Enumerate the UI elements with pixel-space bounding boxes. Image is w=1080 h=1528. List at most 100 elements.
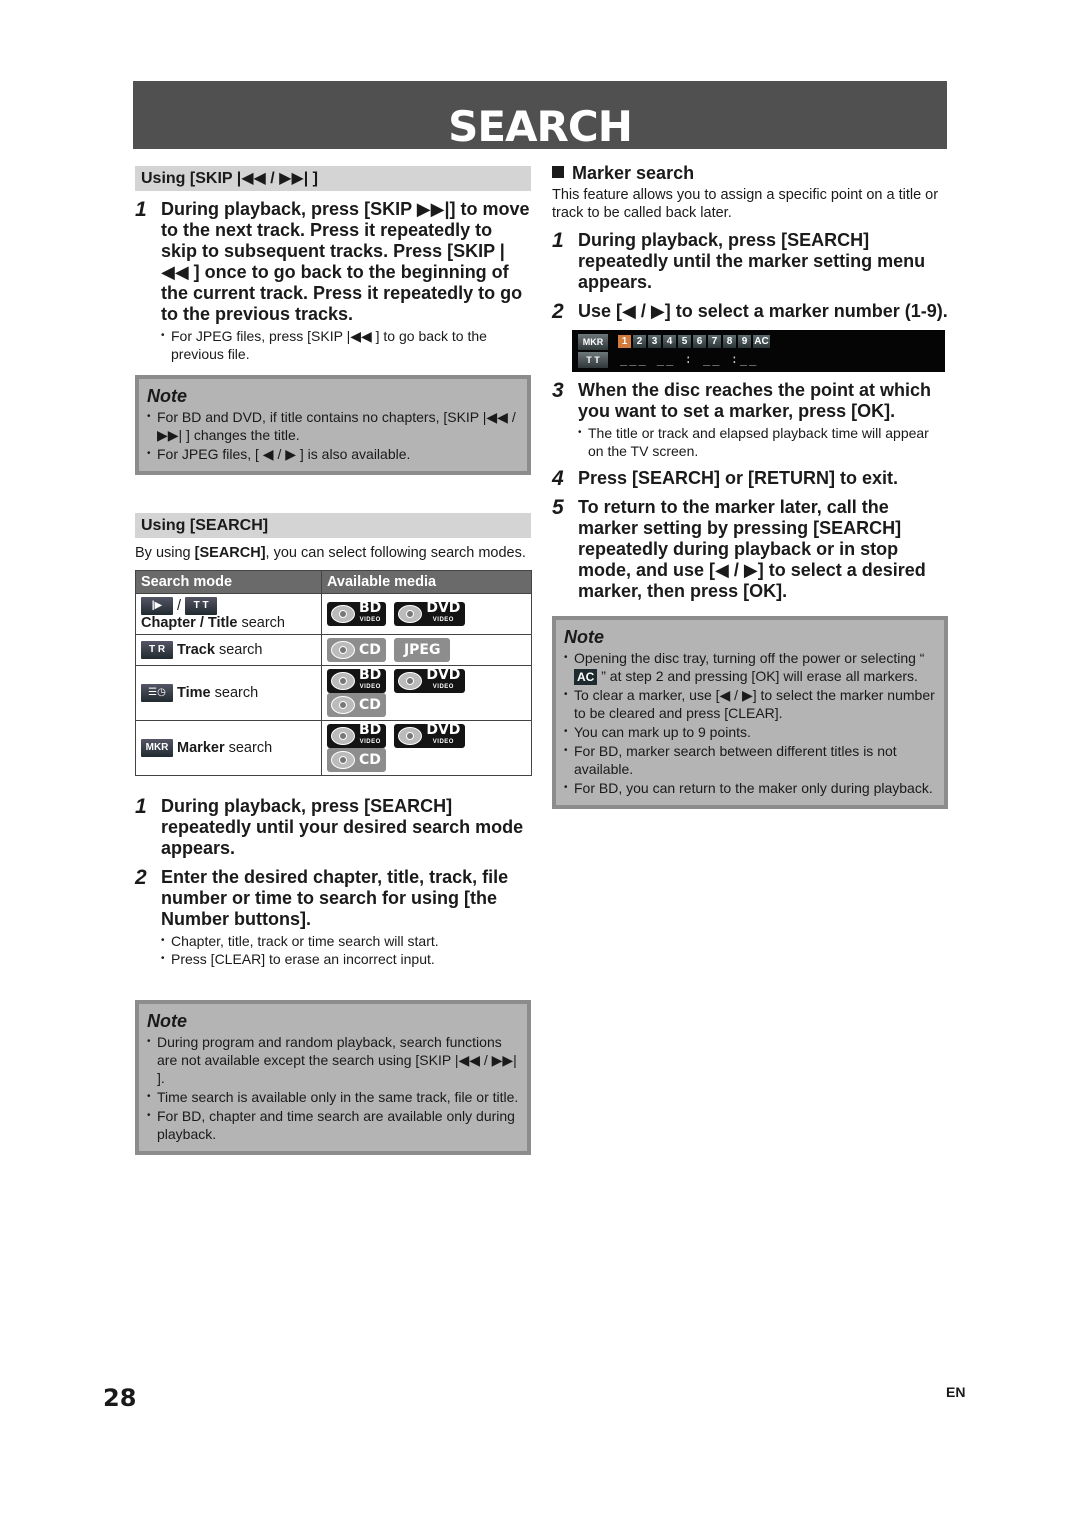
bullet-item: Press [CLEAR] to erase an incorrect inpu… bbox=[161, 950, 531, 968]
bullet-item: The title or track and elapsed playback … bbox=[578, 424, 948, 460]
marker-number: 2 bbox=[633, 335, 646, 348]
step-text: When the disc reaches the point at which… bbox=[578, 380, 932, 421]
marker-number: 3 bbox=[648, 335, 661, 348]
skip-note-box: Note For BD and DVD, if title contains n… bbox=[135, 375, 531, 475]
intro-text: , you can select following search modes. bbox=[265, 545, 526, 561]
heading-text: Marker search bbox=[572, 163, 695, 183]
mkr-tag-icon: MKR bbox=[578, 334, 608, 350]
media-cell: BD VIDEO DVD VIDEO CD bbox=[321, 720, 532, 776]
square-bullet-icon bbox=[552, 166, 564, 178]
mode-cell: ☰◷ Time search bbox=[135, 665, 322, 721]
bullet-item: Chapter, title, track or time search wil… bbox=[161, 932, 531, 950]
header-available-media: Available media bbox=[321, 570, 532, 594]
marker-time-readout: ___ __ : __ :__ bbox=[620, 352, 759, 366]
step-number: 4 bbox=[552, 467, 564, 490]
mode-label-bold: Marker bbox=[177, 739, 225, 756]
step-text: During playback, press [SKIP ▶▶|] to mov… bbox=[161, 199, 530, 324]
mode-cell: T R Track search bbox=[135, 634, 322, 666]
note-list: For BD and DVD, if title contains no cha… bbox=[147, 408, 519, 463]
dvd-video-logo: DVD VIDEO bbox=[394, 601, 466, 626]
mode-label: search bbox=[210, 684, 259, 701]
marker-osd-screen: MKR T T 1 2 3 4 5 6 7 8 9 AC ___ __ : __… bbox=[572, 330, 945, 372]
jpeg-logo: JPEG bbox=[393, 638, 451, 662]
media-cell: CD JPEG bbox=[321, 634, 532, 666]
media-cell: BD VIDEO DVD VIDEO bbox=[321, 593, 532, 635]
search-note-box: Note During program and random playback,… bbox=[135, 1000, 531, 1155]
skip-section-heading: Using [SKIP |◀◀ / ▶▶| ] bbox=[135, 166, 531, 191]
marker-note-box: Note Opening the disc tray, turning off … bbox=[552, 616, 948, 809]
disc-icon bbox=[331, 605, 355, 623]
marker-step-1: 1 During playback, press [SEARCH] repeat… bbox=[552, 230, 948, 293]
disc-icon bbox=[331, 672, 355, 690]
search-section-heading: Using [SEARCH] bbox=[135, 513, 531, 538]
table-header-row: Search mode Available media bbox=[135, 570, 532, 594]
step-number: 3 bbox=[552, 379, 564, 402]
note-item: You can mark up to 9 points. bbox=[564, 723, 936, 741]
note-item: Opening the disc tray, turning off the p… bbox=[564, 649, 936, 685]
marker-clear-all: AC bbox=[753, 335, 770, 348]
disc-icon bbox=[331, 641, 355, 659]
note-item: During program and random playback, sear… bbox=[147, 1033, 519, 1087]
step-number: 5 bbox=[552, 496, 564, 519]
intro-bold: [SEARCH] bbox=[194, 545, 266, 561]
mode-label-bold: Time bbox=[177, 684, 211, 701]
note-text: Opening the disc tray, turning off the p… bbox=[574, 650, 925, 666]
table-row: MKR Marker search BD VIDEO DVD VIDEO CD bbox=[135, 720, 532, 776]
marker-number-selected: 1 bbox=[618, 335, 631, 348]
skip-step-1-bullets: For JPEG files, press [SKIP |◀◀ ] to go … bbox=[161, 327, 531, 363]
tt-tag-icon: T T bbox=[578, 352, 608, 368]
disc-icon bbox=[398, 605, 423, 623]
mode-label: search bbox=[224, 739, 273, 756]
note-title: Note bbox=[564, 627, 604, 647]
note-item: To clear a marker, use [◀ / ▶] to select… bbox=[564, 686, 936, 722]
step-text: Enter the desired chapter, title, track,… bbox=[161, 867, 509, 929]
skip-step-1: 1 During playback, press [SKIP ▶▶|] to m… bbox=[135, 199, 531, 325]
marker-intro: This feature allows you to assign a spec… bbox=[552, 187, 939, 221]
bullet-item: For JPEG files, press [SKIP |◀◀ ] to go … bbox=[161, 327, 531, 363]
intro-text: By using bbox=[135, 545, 195, 561]
note-title: Note bbox=[147, 386, 187, 406]
marker-section-heading: Marker search bbox=[552, 162, 948, 184]
step-text: Use [◀ / ▶] to select a marker number (1… bbox=[578, 301, 948, 321]
note-item: For BD, marker search between different … bbox=[564, 742, 936, 778]
dvd-video-logo: DVD VIDEO bbox=[394, 723, 466, 748]
search-step-1: 1 During playback, press [SEARCH] repeat… bbox=[135, 796, 531, 859]
ac-icon: AC bbox=[574, 669, 598, 685]
disc-icon bbox=[398, 727, 423, 745]
media-cell: BD VIDEO DVD VIDEO CD bbox=[321, 665, 532, 721]
marker-step-3: 3 When the disc reaches the point at whi… bbox=[552, 380, 948, 422]
header-search-mode: Search mode bbox=[135, 570, 322, 594]
disc-icon bbox=[331, 751, 355, 769]
marker-icon: MKR bbox=[141, 739, 173, 757]
mode-label: search bbox=[214, 641, 263, 658]
step-number: 1 bbox=[552, 229, 564, 252]
note-list: During program and random playback, sear… bbox=[147, 1033, 519, 1143]
note-item: For JPEG files, [ ◀ / ▶ ] is also availa… bbox=[147, 445, 519, 463]
note-item: For BD, chapter and time search are avai… bbox=[147, 1107, 519, 1143]
disc-icon bbox=[398, 672, 423, 690]
search-step-2: 2 Enter the desired chapter, title, trac… bbox=[135, 867, 531, 930]
marker-step-2: 2 Use [◀ / ▶] to select a marker number … bbox=[552, 301, 948, 322]
mode-label: search bbox=[237, 615, 285, 631]
note-text: ” at step 2 and pressing [OK] will erase… bbox=[597, 668, 918, 684]
note-item: For BD and DVD, if title contains no cha… bbox=[147, 408, 519, 444]
title-icon: T T bbox=[185, 597, 218, 615]
right-column: Marker search This feature allows you to… bbox=[552, 162, 948, 809]
mode-cell: |▶ / T T Chapter / Title search bbox=[135, 593, 322, 635]
table-row: ☰◷ Time search BD VIDEO DVD VIDEO CD bbox=[135, 665, 532, 721]
step-number: 2 bbox=[135, 866, 147, 889]
step-number: 1 bbox=[135, 198, 147, 221]
step-text: To return to the marker later, call the … bbox=[578, 497, 926, 601]
bd-video-logo: BD VIDEO bbox=[327, 668, 387, 693]
mode-cell: MKR Marker search bbox=[135, 720, 322, 776]
search-intro: By using [SEARCH], you can select follow… bbox=[135, 544, 531, 562]
mode-label-bold: Chapter / Title bbox=[141, 615, 238, 631]
marker-number-list: 1 2 3 4 5 6 7 8 9 AC bbox=[618, 335, 770, 348]
cd-logo: CD bbox=[327, 693, 386, 717]
note-item: For BD, you can return to the maker only… bbox=[564, 779, 936, 797]
marker-number: 4 bbox=[663, 335, 676, 348]
marker-number: 5 bbox=[678, 335, 691, 348]
table-row: T R Track search CD JPEG bbox=[135, 634, 532, 666]
search-mode-table: Search mode Available media |▶ / T T Cha… bbox=[135, 570, 532, 776]
step-number: 1 bbox=[135, 795, 147, 818]
